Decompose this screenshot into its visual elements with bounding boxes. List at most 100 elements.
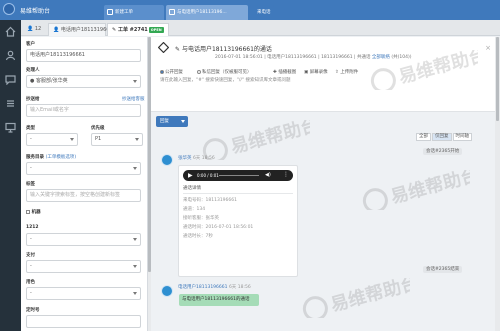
customer-name: 电话用户18113196661 6天 18:56 bbox=[178, 284, 251, 290]
watermark-logo: 易维帮助台 bbox=[362, 170, 470, 210]
svg-text:易维帮助台: 易维帮助台 bbox=[328, 278, 410, 316]
cc-label: 抄送给 bbox=[26, 97, 40, 102]
ticket-date: 2016-07-01 18:56:01 bbox=[215, 55, 263, 60]
call-row: 通道：134 bbox=[183, 207, 206, 212]
reply-button[interactable]: 回复 bbox=[156, 116, 188, 127]
field2-select[interactable]: - bbox=[26, 233, 141, 246]
system-message-start: 会话#2365开始 bbox=[423, 148, 463, 155]
filter-all[interactable]: 全部 bbox=[416, 133, 431, 141]
checkbox[interactable] bbox=[26, 209, 30, 214]
field1-checkbox-row[interactable]: 机器 bbox=[26, 209, 41, 215]
template-label-text: 服务目录 bbox=[26, 155, 44, 160]
action-label: 公开回复 bbox=[165, 70, 183, 75]
chevron-down-icon bbox=[133, 167, 137, 170]
radio-icon bbox=[160, 69, 164, 74]
audio-player[interactable]: ▶ 0:00 / 0:01 ◀) ⋮ bbox=[183, 170, 293, 181]
user-icon[interactable] bbox=[5, 50, 16, 61]
template-hint: (工单模板选项) bbox=[45, 155, 77, 160]
more-icon[interactable]: ⋮ bbox=[283, 171, 289, 178]
call-row: 通话时间：2016-07-01 18:56:01 bbox=[183, 225, 254, 230]
action-label: 插播截图 bbox=[278, 70, 297, 75]
tags-input[interactable]: 输入关键字搜索标签，按空格创建新标签 bbox=[26, 189, 141, 202]
svg-text:易维帮助台: 易维帮助台 bbox=[388, 170, 470, 208]
reply-button-label: 回复 bbox=[160, 119, 169, 124]
tab-user-count[interactable]: 👤 12 bbox=[23, 23, 46, 36]
chevron-down-icon bbox=[133, 265, 137, 268]
template-select[interactable]: - bbox=[26, 162, 141, 175]
customer-field[interactable]: 电话用户18113196661 bbox=[26, 49, 141, 62]
field4-select[interactable]: - bbox=[26, 287, 141, 300]
top-tab-new-ticket[interactable]: 新建工单 bbox=[104, 5, 164, 20]
type-select[interactable]: - bbox=[26, 133, 78, 146]
radio-icon bbox=[197, 69, 201, 74]
list-icon[interactable] bbox=[5, 98, 16, 109]
field2-label: 1212 bbox=[26, 225, 39, 230]
monitor-icon[interactable] bbox=[5, 122, 16, 133]
phone-icon bbox=[169, 9, 175, 15]
play-icon[interactable]: ▶ bbox=[188, 172, 193, 179]
field3-value: - bbox=[30, 263, 32, 269]
priority-select[interactable]: P1 bbox=[91, 133, 143, 146]
action-label: 屏幕录像 bbox=[309, 70, 328, 75]
ticket-meta-phone: | 18113196661 bbox=[318, 55, 353, 60]
upload-attachment-button[interactable]: ⇧ 上传附件 bbox=[335, 69, 358, 75]
call-row: 通话时长：7秒 bbox=[183, 234, 213, 239]
filter-timeline[interactable]: 时间轴 bbox=[452, 133, 472, 141]
field5-input[interactable] bbox=[26, 315, 141, 328]
screen-record-button[interactable]: ▣ 屏幕录像 bbox=[304, 69, 328, 75]
system-message-end: 会话#2365结束 bbox=[423, 266, 463, 273]
chat-icon[interactable] bbox=[5, 74, 16, 85]
assignee-label: 处理人 bbox=[26, 68, 40, 73]
volume-icon[interactable]: ◀) bbox=[265, 172, 271, 178]
watermark-logo: 易维帮助台 bbox=[302, 278, 410, 318]
status-badge: OPEN bbox=[148, 26, 164, 33]
top-tab-label: 与电话用户18113196... bbox=[177, 10, 227, 15]
doc-icon bbox=[107, 9, 113, 15]
assignee-select[interactable]: ● 客服部/张华英 bbox=[26, 75, 141, 88]
customer-message-bubble: 与电话用户18113196661的通话 bbox=[179, 294, 259, 306]
ticket-title: ✎ 与电话用户18113196661的通话 bbox=[175, 46, 272, 53]
top-tab-call[interactable]: 与电话用户18113196... bbox=[166, 5, 248, 20]
close-icon[interactable]: × bbox=[485, 44, 491, 52]
ticket-tab-row: 👤 12 👤 电话用户18113196661 ✎ 工单 #2741 OPEN bbox=[21, 20, 500, 36]
field2-value: - bbox=[30, 236, 32, 242]
top-tab-label: 来电话 bbox=[257, 10, 271, 15]
tab-label: 12 bbox=[34, 26, 42, 32]
top-tab-incoming[interactable]: 来电话 bbox=[250, 5, 274, 20]
watermark-logo: 易维帮助台 bbox=[202, 120, 310, 160]
field4-value: - bbox=[30, 290, 32, 296]
private-reply-radio[interactable]: 私信回复（仅被服可见） bbox=[197, 69, 252, 75]
svg-text:易维帮助台: 易维帮助台 bbox=[396, 50, 478, 88]
type-value: - bbox=[30, 136, 32, 142]
call-detail-card: ▶ 0:00 / 0:01 ◀) ⋮ 通话详情 来电号码：18113196661… bbox=[178, 165, 298, 277]
field3-label: 支付 bbox=[26, 253, 35, 258]
call-row: 来电号码：18113196661 bbox=[183, 198, 237, 203]
ticket-title-text: 与电话用户18113196661的通话 bbox=[181, 46, 272, 53]
ticket-properties-panel: 客户 电话用户18113196661 处理人 ● 客服部/张华英 抄送给 抄送给… bbox=[21, 37, 148, 331]
cc-input[interactable]: 输入Email或名字 bbox=[26, 104, 141, 117]
scrollbar-thumb[interactable] bbox=[496, 37, 499, 121]
public-reply-radio[interactable]: 公开回复 bbox=[160, 69, 183, 75]
screenshot-button[interactable]: ✚ 插播截图 bbox=[273, 69, 296, 75]
customer-label: 客户 bbox=[26, 42, 35, 47]
customer-name-text[interactable]: 电话用户18113196661 bbox=[178, 285, 228, 290]
content-scrollbar[interactable] bbox=[495, 37, 500, 331]
tab-ticket[interactable]: ✎ 工单 #2741 OPEN bbox=[107, 23, 169, 36]
ticket-icon bbox=[158, 42, 169, 53]
template-label: 服务目录 (工单模板选项) bbox=[26, 154, 76, 160]
tags-label: 标签 bbox=[26, 182, 35, 187]
filter-replies[interactable]: 仅回复 bbox=[432, 133, 452, 141]
action-label: 私信回复（仅被服可见） bbox=[202, 70, 252, 75]
field1-label: 机器 bbox=[31, 210, 41, 215]
home-icon[interactable] bbox=[5, 26, 16, 37]
divider bbox=[183, 193, 293, 194]
chevron-down-icon bbox=[135, 138, 139, 141]
top-bar: 易维帮助台 新建工单 与电话用户18113196... 来电话 bbox=[0, 0, 500, 20]
watermark-logo: 易维帮助台 bbox=[370, 50, 478, 90]
call-detail-title: 通话详情 bbox=[183, 186, 201, 191]
cc-link[interactable]: 抄送给客服 bbox=[122, 96, 145, 102]
progress-track[interactable] bbox=[219, 175, 259, 176]
tab-customer[interactable]: 👤 电话用户18113196661 bbox=[48, 23, 116, 36]
field3-select[interactable]: - bbox=[26, 260, 141, 273]
agent-name-text[interactable]: 张华英 bbox=[178, 156, 192, 161]
